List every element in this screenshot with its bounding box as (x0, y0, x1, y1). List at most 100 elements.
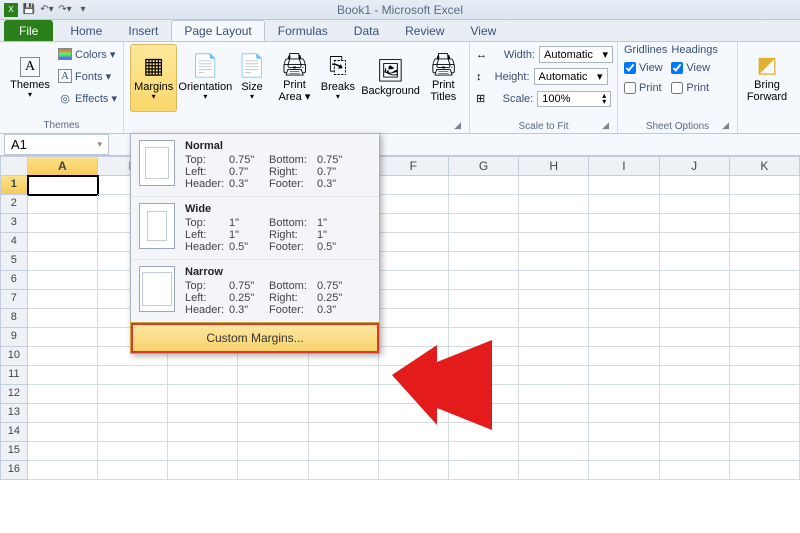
cell[interactable] (589, 442, 659, 461)
cell[interactable] (98, 442, 168, 461)
cell[interactable] (730, 252, 800, 271)
redo-icon[interactable]: ↷▾ (58, 3, 72, 17)
cell[interactable] (168, 461, 238, 480)
cell[interactable] (28, 252, 98, 271)
cell[interactable] (28, 442, 98, 461)
row-header[interactable]: 12 (0, 385, 28, 404)
cell[interactable] (660, 252, 730, 271)
cell[interactable] (28, 404, 98, 423)
cell[interactable] (309, 461, 379, 480)
margins-option-normal[interactable]: Normal Top:0.75"Bottom:0.75" Left:0.7"Ri… (131, 134, 379, 197)
tab-file[interactable]: File (4, 20, 53, 41)
cell[interactable] (660, 328, 730, 347)
cell[interactable] (519, 347, 589, 366)
print-titles-button[interactable]: 🖨Print Titles (424, 44, 463, 112)
cell[interactable] (28, 290, 98, 309)
cell[interactable] (589, 176, 659, 195)
tab-review[interactable]: Review (392, 20, 457, 41)
sheet-options-launcher[interactable]: ◢ (624, 120, 731, 131)
row-header[interactable]: 15 (0, 442, 28, 461)
breaks-button[interactable]: ⎘Breaks▾ (318, 44, 357, 112)
cell[interactable] (660, 309, 730, 328)
cell[interactable] (28, 328, 98, 347)
gridlines-view-checkbox[interactable]: View (624, 58, 667, 78)
cell[interactable] (730, 461, 800, 480)
cell[interactable] (519, 461, 589, 480)
page-setup-launcher[interactable]: ◢ (130, 120, 463, 131)
cell[interactable] (98, 404, 168, 423)
cell[interactable] (238, 385, 308, 404)
cell[interactable] (519, 252, 589, 271)
cell[interactable] (660, 423, 730, 442)
scale-launcher[interactable]: ◢ (476, 120, 611, 131)
cell[interactable] (379, 309, 449, 328)
row-header[interactable]: 14 (0, 423, 28, 442)
themes-button[interactable]: A Themes ▾ (6, 44, 54, 112)
row-header[interactable]: 6 (0, 271, 28, 290)
cell[interactable] (730, 309, 800, 328)
cell[interactable] (309, 404, 379, 423)
cell[interactable] (660, 233, 730, 252)
cell[interactable] (449, 442, 519, 461)
cell[interactable] (28, 271, 98, 290)
col-header[interactable]: G (449, 156, 519, 176)
cell[interactable] (589, 214, 659, 233)
cell[interactable] (589, 347, 659, 366)
cell[interactable] (519, 214, 589, 233)
cell[interactable] (730, 442, 800, 461)
margins-option-wide[interactable]: Wide Top:1"Bottom:1" Left:1"Right:1" Hea… (131, 197, 379, 260)
cell[interactable] (519, 442, 589, 461)
width-select[interactable]: Automatic▾ (539, 46, 613, 63)
cell[interactable] (519, 195, 589, 214)
cell[interactable] (730, 290, 800, 309)
cell[interactable] (379, 214, 449, 233)
cell[interactable] (589, 233, 659, 252)
tab-insert[interactable]: Insert (115, 20, 171, 41)
cell[interactable] (309, 366, 379, 385)
cell[interactable] (589, 423, 659, 442)
cell[interactable] (449, 309, 519, 328)
size-button[interactable]: 📄Size▾ (233, 44, 270, 112)
cell[interactable] (730, 271, 800, 290)
save-icon[interactable]: 💾 (22, 3, 36, 17)
cell[interactable] (660, 347, 730, 366)
cell[interactable] (98, 385, 168, 404)
tab-home[interactable]: Home (57, 20, 115, 41)
cell[interactable] (168, 423, 238, 442)
cell[interactable] (379, 176, 449, 195)
cell[interactable] (730, 233, 800, 252)
cell[interactable] (660, 290, 730, 309)
cell[interactable] (28, 195, 98, 214)
cell[interactable] (238, 423, 308, 442)
tab-data[interactable]: Data (341, 20, 392, 41)
cell[interactable] (28, 214, 98, 233)
cell[interactable] (589, 385, 659, 404)
cell[interactable] (660, 214, 730, 233)
tab-view[interactable]: View (458, 20, 510, 41)
cell[interactable] (28, 347, 98, 366)
cell[interactable] (730, 404, 800, 423)
colors-button[interactable]: Colors ▾ (58, 44, 117, 64)
cell[interactable] (730, 214, 800, 233)
margins-button[interactable]: ▦ Margins ▾ (130, 44, 177, 112)
cell[interactable] (379, 442, 449, 461)
row-header[interactable]: 3 (0, 214, 28, 233)
row-header[interactable]: 9 (0, 328, 28, 347)
cell[interactable] (660, 176, 730, 195)
height-select[interactable]: Automatic▾ (534, 68, 608, 85)
cell[interactable] (660, 461, 730, 480)
custom-margins-button[interactable]: Custom Margins... (131, 323, 379, 353)
cell[interactable] (519, 385, 589, 404)
cell[interactable] (589, 404, 659, 423)
cell[interactable] (379, 271, 449, 290)
margins-option-narrow[interactable]: Narrow Top:0.75"Bottom:0.75" Left:0.25"R… (131, 260, 379, 323)
cell[interactable] (730, 385, 800, 404)
cell[interactable] (660, 442, 730, 461)
row-header[interactable]: 11 (0, 366, 28, 385)
row-header[interactable]: 7 (0, 290, 28, 309)
col-header[interactable]: I (589, 156, 659, 176)
col-header-a[interactable]: A (28, 156, 98, 176)
cell[interactable] (519, 176, 589, 195)
cell[interactable] (660, 366, 730, 385)
col-header[interactable]: K (730, 156, 800, 176)
